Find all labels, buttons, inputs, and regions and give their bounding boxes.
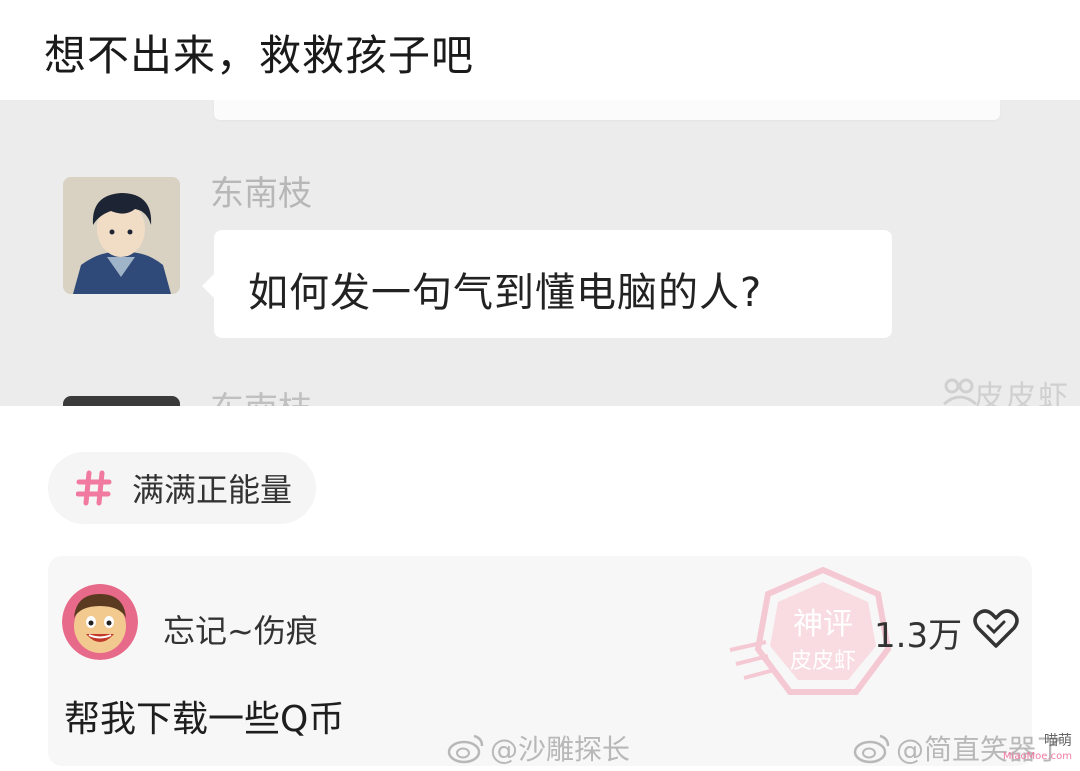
topic-tag[interactable]: 满满正能量 — [48, 452, 317, 524]
stamp-line-1: 神评 — [793, 607, 853, 642]
chat-sender-name: 东南枝 — [210, 174, 312, 214]
chat-avatar-partial — [63, 396, 180, 406]
weibo-icon — [853, 734, 890, 764]
like-count: 1.3万 — [874, 616, 963, 656]
chat-message-text: 如何发一句气到懂电脑的人? — [248, 270, 763, 316]
topic-label: 满满正能量 — [132, 471, 293, 509]
weibo-icon — [447, 734, 484, 764]
heart-outline-icon[interactable] — [972, 606, 1020, 650]
hash-icon — [76, 470, 112, 506]
previous-message-bubble — [214, 100, 1000, 120]
chat-sender-name-partial: 东南枝 — [210, 382, 312, 406]
commenter-username[interactable]: 忘记~伤痕 — [163, 606, 318, 652]
comment-text: 帮我下载一些Q币 — [64, 699, 345, 740]
corner-watermark-line2: MiaoMoe.com — [1002, 751, 1072, 762]
chat-message-bubble: 如何发一句气到懂电脑的人? — [202, 230, 892, 338]
post-header: 想不出来，救救孩子吧 — [0, 0, 1080, 101]
corner-watermark-line1: 喵萌 — [1044, 733, 1072, 749]
chat-avatar — [63, 177, 180, 294]
commenter-avatar[interactable] — [62, 584, 138, 660]
weibo-watermark-left: @沙雕探长 — [446, 728, 630, 768]
weibo-handle-left: @沙雕探长 — [490, 733, 631, 766]
corner-watermark: 喵萌 MiaoMoe.com — [1003, 733, 1072, 765]
image-watermark: 皮皮虾 — [974, 380, 1070, 406]
page: 想不出来，救救孩子吧 东南枝 如何发一句气到懂电脑的人? 东南枝 — [0, 0, 1080, 771]
stamp-line-2: 皮皮虾 — [790, 649, 856, 674]
post-title: 想不出来，救救孩子吧 — [44, 31, 475, 80]
post-image-chat-screenshot[interactable]: 东南枝 如何发一句气到懂电脑的人? 东南枝 皮皮虾 — [0, 100, 1080, 406]
